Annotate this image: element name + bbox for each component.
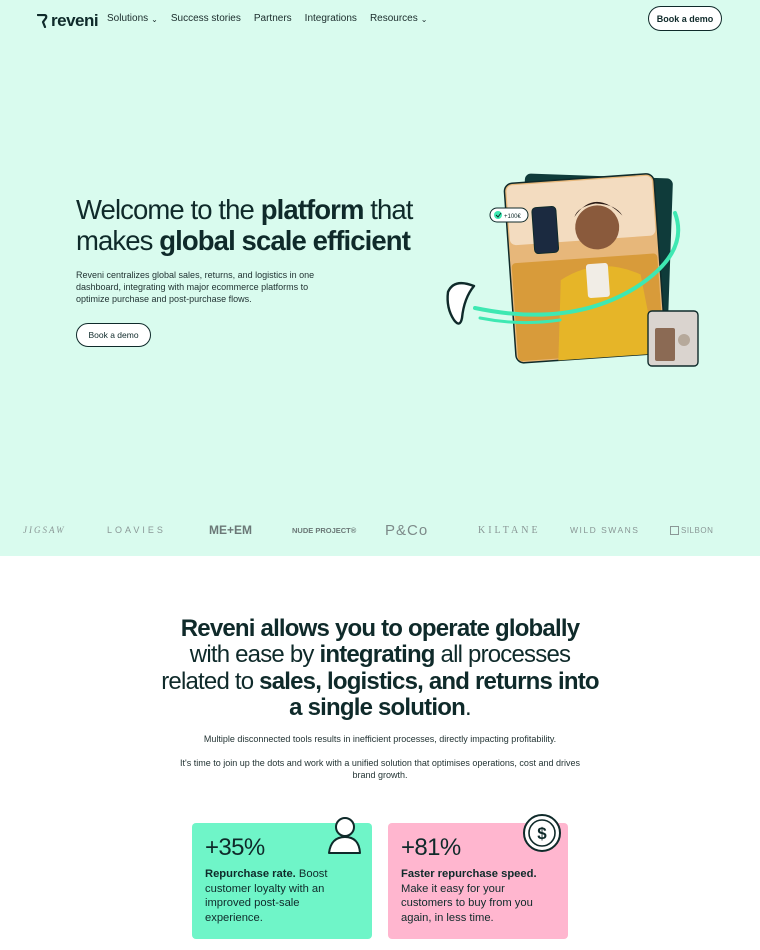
nav-item-solutions[interactable]: Solutions ⌄ — [107, 13, 158, 24]
stat-text: Repurchase rate. Boost customer loyalty … — [205, 868, 328, 924]
silbon-mark-icon — [670, 525, 679, 535]
person-icon — [328, 817, 361, 854]
nav-item-integrations[interactable]: Integrations — [305, 13, 357, 24]
nav-item-resources[interactable]: Resources ⌄ — [370, 13, 428, 24]
nav-links: Solutions ⌄ Success stories Partners Inte… — [107, 13, 440, 24]
top-nav: reveni Solutions ⌄ Success stories Partne… — [0, 0, 760, 38]
brand-logo-wild-swans: WILD SWANS — [570, 525, 640, 535]
reveni-logo[interactable]: reveni — [37, 11, 99, 31]
dollar-icon: $ — [523, 814, 561, 852]
brand-logo-jigsaw: JIGSAW — [23, 525, 66, 535]
reveni-mark-icon — [37, 14, 48, 28]
brand-logo-meem: ME+EM — [209, 523, 253, 537]
section-paragraph-2: It's time to join up the dots and work w… — [180, 758, 580, 780]
brand-logo-silbon: SILBON — [670, 515, 713, 545]
svg-text:$: $ — [537, 824, 547, 843]
brand-logo-loavies: LOAVIES — [107, 525, 166, 535]
brand-logo-strip: JIGSAW LOAVIES ME+EM NUDE PROJECT® P&Co … — [0, 515, 760, 545]
brand-logo-kiltane: KILTANE — [478, 524, 541, 536]
nav-item-success-stories[interactable]: Success stories — [171, 13, 241, 24]
hero-title: Welcome to the platform that makes globa… — [76, 194, 413, 256]
hero-illustration: +100€ — [446, 173, 699, 367]
logo-wordmark: reveni — [51, 11, 99, 30]
nav-item-partners[interactable]: Partners — [254, 13, 292, 24]
brand-logo-pco: P&Co — [385, 521, 429, 539]
hero-badge: +100€ — [504, 214, 522, 220]
book-demo-button[interactable]: Book a demo — [648, 6, 722, 31]
hero-description: Reveni centralizes global sales, returns… — [76, 270, 315, 304]
chevron-down-icon: ⌄ — [420, 14, 428, 24]
brand-logo-nude-project: NUDE PROJECT® — [292, 525, 357, 535]
stat-text: Faster repurchase speed. Make it easy fo… — [401, 868, 537, 924]
section-title: Reveni allows you to operate globally wi… — [161, 615, 599, 721]
chevron-down-icon: ⌄ — [151, 14, 158, 24]
section-paragraph-1: Multiple disconnected tools results in i… — [203, 734, 557, 744]
hero-book-demo-button[interactable]: Book a demo — [76, 323, 151, 347]
